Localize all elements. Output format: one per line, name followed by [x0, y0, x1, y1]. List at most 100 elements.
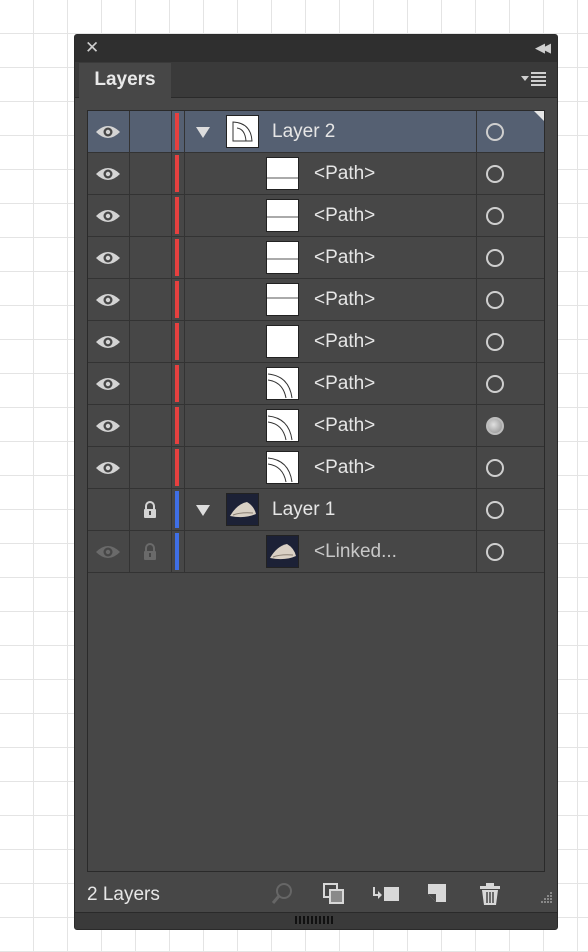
lock-icon	[140, 500, 160, 520]
eye-icon	[95, 376, 121, 392]
layer-count: 2 Layers	[87, 884, 160, 905]
delete-icon[interactable]	[477, 881, 503, 907]
layer-color-bar	[175, 155, 179, 192]
layer-name[interactable]: Layer 1	[272, 489, 335, 530]
visibility-toggle[interactable]	[88, 153, 130, 194]
target-column	[476, 363, 544, 404]
target-circle-icon[interactable]	[486, 543, 504, 561]
layer-thumbnail	[266, 367, 299, 400]
layer-name[interactable]: <Path>	[314, 195, 375, 236]
expand-triangle-icon[interactable]	[196, 505, 210, 516]
layer-name[interactable]: <Linked...	[314, 531, 397, 572]
layer-name[interactable]: <Path>	[314, 237, 375, 278]
lock-toggle[interactable]	[130, 405, 172, 446]
lock-toggle[interactable]	[130, 321, 172, 362]
target-circle-icon[interactable]	[486, 249, 504, 267]
sublayer-row[interactable]: <Path>	[88, 447, 544, 489]
layer-color-bar	[175, 281, 179, 318]
target-circle-icon[interactable]	[486, 459, 504, 477]
layer-row[interactable]: Layer 2	[88, 111, 544, 153]
visibility-toggle[interactable]	[88, 321, 130, 362]
layer-row[interactable]: Layer 1	[88, 489, 544, 531]
lock-toggle[interactable]	[130, 447, 172, 488]
lock-toggle[interactable]	[130, 363, 172, 404]
visibility-toggle[interactable]	[88, 279, 130, 320]
visibility-toggle[interactable]	[88, 531, 130, 572]
panel-menu-icon[interactable]	[521, 70, 547, 88]
column-divider	[184, 279, 185, 320]
sublayer-row[interactable]: <Path>	[88, 321, 544, 363]
lock-toggle[interactable]	[130, 279, 172, 320]
sublayer-row[interactable]: <Linked...	[88, 531, 544, 573]
create-sublayer-icon[interactable]	[372, 881, 399, 907]
visibility-toggle[interactable]	[88, 195, 130, 236]
lock-toggle[interactable]	[130, 111, 172, 152]
target-circle-icon[interactable]	[486, 333, 504, 351]
column-divider	[184, 237, 185, 278]
target-circle-icon[interactable]	[486, 417, 504, 435]
tab-layers[interactable]: Layers	[79, 63, 171, 98]
target-column	[476, 447, 544, 488]
eye-icon	[95, 124, 121, 140]
layer-color-bar	[175, 365, 179, 402]
layer-name[interactable]: <Path>	[314, 363, 375, 404]
target-column	[476, 489, 544, 530]
target-column	[476, 531, 544, 572]
column-divider	[184, 153, 185, 194]
layer-name[interactable]: <Path>	[314, 279, 375, 320]
target-circle-icon[interactable]	[486, 501, 504, 519]
eye-icon	[95, 418, 121, 434]
lock-toggle[interactable]	[130, 489, 172, 530]
visibility-toggle[interactable]	[88, 405, 130, 446]
resize-grip-icon[interactable]	[539, 891, 553, 905]
target-circle-icon[interactable]	[486, 291, 504, 309]
collapse-icon[interactable]: ◀◀	[535, 38, 551, 58]
target-circle-icon[interactable]	[486, 123, 504, 141]
grip-icon	[295, 916, 335, 924]
target-column	[476, 195, 544, 236]
visibility-toggle[interactable]	[88, 363, 130, 404]
sublayer-row[interactable]: <Path>	[88, 153, 544, 195]
make-clipping-mask-icon[interactable]	[321, 881, 347, 907]
panel-titlebar: ✕ ◀◀	[75, 35, 557, 62]
visibility-toggle[interactable]	[88, 489, 130, 530]
lock-toggle[interactable]	[130, 531, 172, 572]
layer-thumbnail	[266, 535, 299, 568]
target-column	[476, 321, 544, 362]
visibility-toggle[interactable]	[88, 447, 130, 488]
sublayer-row[interactable]: <Path>	[88, 279, 544, 321]
target-circle-icon[interactable]	[486, 207, 504, 225]
eye-icon	[95, 544, 121, 560]
sublayer-row[interactable]: <Path>	[88, 405, 544, 447]
lock-icon	[140, 542, 160, 562]
lock-toggle[interactable]	[130, 195, 172, 236]
visibility-toggle[interactable]	[88, 237, 130, 278]
lock-toggle[interactable]	[130, 237, 172, 278]
eye-icon	[95, 460, 121, 476]
create-new-layer-icon[interactable]	[425, 881, 451, 907]
layer-color-bar	[175, 407, 179, 444]
sublayer-row[interactable]: <Path>	[88, 363, 544, 405]
expand-triangle-icon[interactable]	[196, 127, 210, 138]
layer-thumbnail	[266, 157, 299, 190]
layer-color-bar	[175, 491, 179, 528]
close-icon[interactable]: ✕	[85, 38, 99, 58]
visibility-toggle[interactable]	[88, 111, 130, 152]
layer-thumbnail	[266, 283, 299, 316]
layer-name[interactable]: <Path>	[314, 321, 375, 362]
target-circle-icon[interactable]	[486, 165, 504, 183]
sublayer-row[interactable]: <Path>	[88, 195, 544, 237]
panel-resize-handle[interactable]	[75, 912, 557, 929]
column-divider	[184, 447, 185, 488]
layer-name[interactable]: Layer 2	[272, 111, 335, 152]
layer-color-bar	[175, 239, 179, 276]
target-circle-icon[interactable]	[486, 375, 504, 393]
layers-panel: ✕ ◀◀ Layers Layer 2 <Path> <Path> <Path> <Pa…	[74, 34, 558, 930]
layer-name[interactable]: <Path>	[314, 153, 375, 194]
lock-toggle[interactable]	[130, 153, 172, 194]
target-column	[476, 279, 544, 320]
layer-name[interactable]: <Path>	[314, 447, 375, 488]
sublayer-row[interactable]: <Path>	[88, 237, 544, 279]
layer-name[interactable]: <Path>	[314, 405, 375, 446]
locate-object-icon[interactable]	[270, 881, 296, 907]
